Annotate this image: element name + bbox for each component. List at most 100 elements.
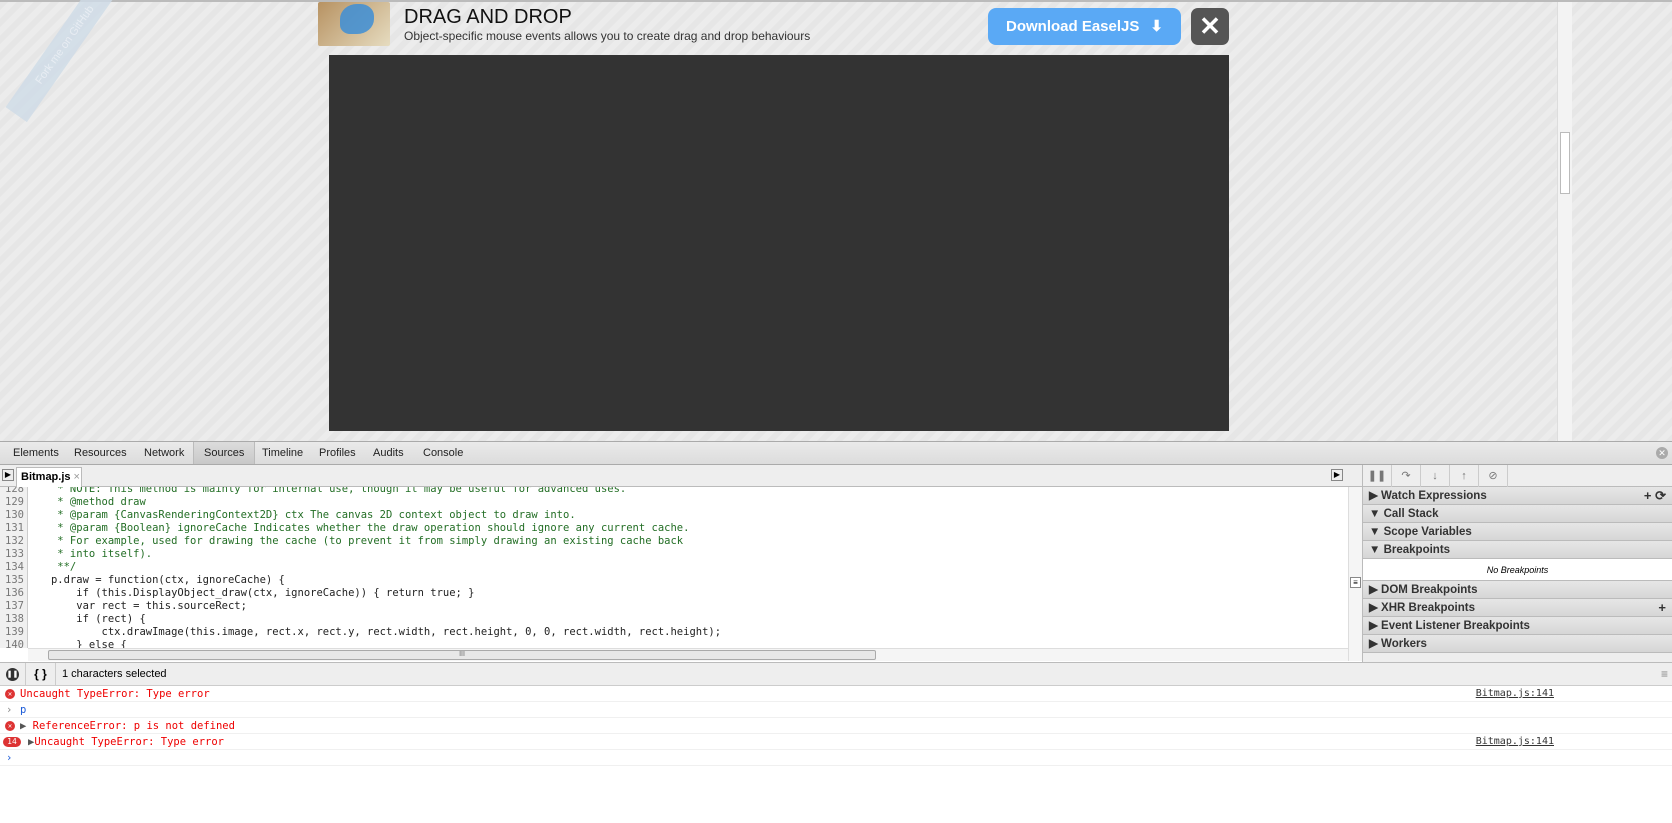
tab-timeline[interactable]: Timeline	[252, 442, 313, 464]
line-number[interactable]: 139	[0, 626, 24, 639]
scrollbar-thumb[interactable]: III	[48, 650, 876, 660]
line-number[interactable]: 136	[0, 587, 24, 600]
close-tab-icon[interactable]: ×	[74, 471, 80, 483]
code-line: 130 * @param {CanvasRenderingContext2D} …	[0, 509, 1348, 522]
source-link[interactable]: Bitmap.js:141	[1476, 734, 1554, 750]
line-number[interactable]: 140	[0, 639, 24, 648]
section-label: Workers	[1381, 638, 1427, 650]
tab-resources[interactable]: Resources	[64, 442, 137, 464]
message-text: p	[20, 704, 27, 716]
scrollbar-thumb[interactable]	[1560, 132, 1570, 194]
step-out-icon[interactable]: ↑	[1450, 465, 1479, 487]
close-devtools-icon[interactable]: ✕	[1656, 447, 1668, 459]
code-editor[interactable]: 128 * NOTE: This method is mainly for in…	[0, 487, 1348, 648]
breakpoints-section[interactable]: ▼ Breakpoints	[1363, 541, 1672, 559]
tab-profiles[interactable]: Profiles	[309, 442, 366, 464]
code-line: 137 var rect = this.sourceRect;	[0, 600, 1348, 613]
no-breakpoints-text: No Breakpoints	[1363, 559, 1672, 581]
page-scrollbar[interactable]	[1557, 2, 1572, 443]
code-line: 135 p.draw = function(ctx, ignoreCache) …	[0, 574, 1348, 587]
line-number[interactable]: 129	[0, 496, 24, 509]
debugger-toolbar: ❚❚ ↷ ↓ ↑ ⊘	[1363, 465, 1672, 487]
console-drawer-icon[interactable]: ≡	[1661, 663, 1668, 686]
code-horizontal-scrollbar[interactable]: III	[28, 648, 1348, 661]
selection-status: 1 characters selected	[62, 668, 167, 680]
deactivate-breakpoints-icon[interactable]: ⊘	[1479, 465, 1508, 487]
call-stack-section[interactable]: ▼ Call Stack	[1363, 505, 1672, 523]
webpage: Fork me on GitHub DRAG AND DROP Object-s…	[0, 0, 1672, 443]
devtools-tabbar: Elements Resources Network Sources Timel…	[0, 441, 1672, 465]
line-number[interactable]: 134	[0, 561, 24, 574]
xhr-breakpoints-section[interactable]: ▶ XHR Breakpoints +	[1363, 599, 1672, 617]
close-icon[interactable]: ✕	[1191, 8, 1229, 45]
pause-on-exceptions-icon[interactable]: ❚❚	[0, 663, 26, 686]
console-panel: ✕ Uncaught TypeError: Type error Bitmap.js…	[0, 686, 1672, 766]
scrollbar-thumb[interactable]: ≡	[1350, 577, 1361, 588]
pause-icon[interactable]: ❚❚	[1363, 465, 1392, 487]
message-text: Uncaught TypeError: Type error	[20, 688, 210, 700]
line-number[interactable]: 135	[0, 574, 24, 587]
tab-audits[interactable]: Audits	[363, 442, 414, 464]
section-label: Event Listener Breakpoints	[1381, 620, 1530, 632]
download-arrow-icon: ⬇	[1150, 18, 1163, 35]
message-text: ReferenceError: p is not defined	[32, 720, 235, 732]
tab-console[interactable]: Console	[413, 442, 473, 464]
step-over-icon[interactable]: ↷	[1392, 465, 1421, 487]
code-text: * @param {CanvasRenderingContext2D} ctx …	[32, 509, 576, 521]
add-icon[interactable]: +	[1658, 599, 1666, 617]
download-easeljs-button[interactable]: Download EaselJS ⬇	[988, 8, 1181, 45]
toggle-navigator-icon[interactable]: ▶	[2, 469, 14, 481]
line-number[interactable]: 137	[0, 600, 24, 613]
demo-canvas[interactable]	[329, 55, 1229, 431]
console-error: ✕ ▶ ReferenceError: p is not defined	[0, 718, 1672, 734]
code-text: * @param {Boolean} ignoreCache Indicates…	[32, 522, 690, 534]
code-text: ctx.drawImage(this.image, rect.x, rect.y…	[32, 626, 722, 638]
source-link[interactable]: Bitmap.js:141	[1476, 686, 1554, 702]
toggle-debugger-icon[interactable]: ▶	[1331, 469, 1343, 481]
console-error: 14 ▶Uncaught TypeError: Type error Bitmap.…	[0, 734, 1672, 750]
tab-sources[interactable]: Sources	[193, 442, 256, 464]
pretty-print-button[interactable]: { }	[26, 663, 56, 686]
section-label: Scope Variables	[1383, 526, 1472, 538]
source-tabbar: ▶ Bitmap.js × ▶	[0, 465, 1362, 488]
tab-elements[interactable]: Elements	[3, 442, 69, 464]
code-text: * NOTE: This method is mainly for intern…	[32, 487, 627, 495]
code-text: * into itself).	[32, 548, 153, 560]
console-prompt[interactable]: ›	[0, 750, 1672, 766]
code-text: p.draw = function(ctx, ignoreCache) {	[32, 574, 285, 586]
github-ribbon[interactable]: Fork me on GitHub	[5, 0, 125, 123]
code-text: } else {	[32, 639, 127, 648]
line-number[interactable]: 130	[0, 509, 24, 522]
code-line: 139 ctx.drawImage(this.image, rect.x, re…	[0, 626, 1348, 639]
error-count-badge: 14	[3, 737, 21, 747]
line-number[interactable]: 131	[0, 522, 24, 535]
line-number[interactable]: 138	[0, 613, 24, 626]
code-line: 134 **/	[0, 561, 1348, 574]
code-line: 131 * @param {Boolean} ignoreCache Indic…	[0, 522, 1348, 535]
code-vertical-scrollbar[interactable]: ≡	[1348, 487, 1362, 661]
file-tab-label: Bitmap.js	[21, 471, 71, 483]
console-error: ✕ Uncaught TypeError: Type error Bitmap.js…	[0, 686, 1672, 702]
line-number[interactable]: 128	[0, 487, 24, 496]
code-text: if (this.DisplayObject_draw(ctx, ignoreC…	[32, 587, 475, 599]
workers-section[interactable]: ▶ Workers	[1363, 635, 1672, 653]
download-label: Download EaselJS	[1006, 18, 1140, 35]
step-into-icon[interactable]: ↓	[1421, 465, 1450, 487]
file-tab-bitmap[interactable]: Bitmap.js ×	[16, 467, 82, 488]
line-number[interactable]: 133	[0, 548, 24, 561]
event-listener-breakpoints-section[interactable]: ▶ Event Listener Breakpoints	[1363, 617, 1672, 635]
code-line: 129 * @method draw	[0, 496, 1348, 509]
expand-triangle-icon[interactable]: ▶	[20, 720, 33, 732]
add-refresh-icons[interactable]: + ⟳	[1644, 487, 1666, 505]
tab-network[interactable]: Network	[134, 442, 194, 464]
section-label: Watch Expressions	[1381, 490, 1487, 502]
code-text: if (rect) {	[32, 613, 146, 625]
code-line: 136 if (this.DisplayObject_draw(ctx, ign…	[0, 587, 1348, 600]
dom-breakpoints-section[interactable]: ▶ DOM Breakpoints	[1363, 581, 1672, 599]
line-number[interactable]: 132	[0, 535, 24, 548]
watch-expressions-section[interactable]: ▶ Watch Expressions + ⟳	[1363, 487, 1672, 505]
page-subtitle: Object-specific mouse events allows you …	[404, 29, 811, 43]
scope-variables-section[interactable]: ▼ Scope Variables	[1363, 523, 1672, 541]
console-input-echo: › p	[0, 702, 1672, 718]
error-icon: ✕	[5, 689, 15, 699]
